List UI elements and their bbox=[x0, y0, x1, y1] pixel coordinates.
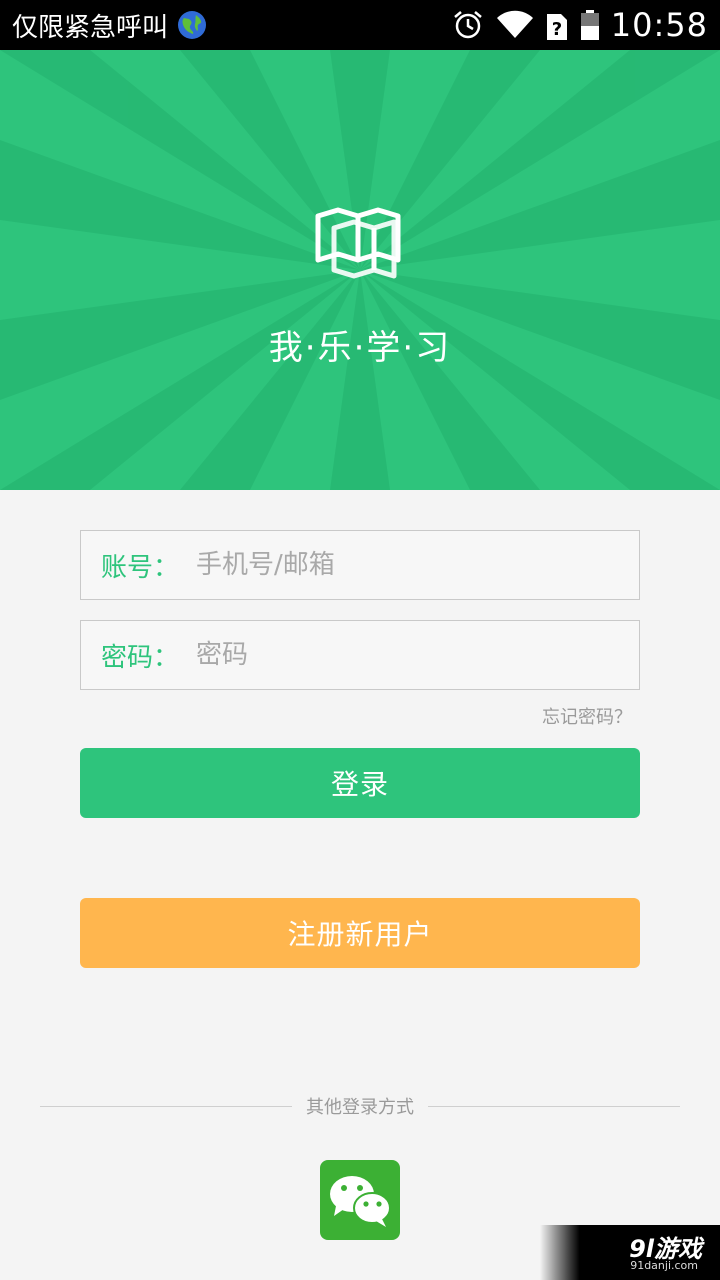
no-sim-icon: ? bbox=[546, 14, 567, 40]
watermark-sub: 91danji.com bbox=[630, 1259, 698, 1272]
globe-icon bbox=[178, 11, 207, 39]
wifi-icon bbox=[496, 10, 533, 38]
password-label: 密码： bbox=[101, 642, 180, 673]
other-login-divider: 其他登录方式 bbox=[40, 1094, 680, 1118]
svg-text:?: ? bbox=[552, 19, 562, 40]
status-time: 10:58 bbox=[610, 6, 708, 44]
account-input[interactable] bbox=[196, 531, 639, 599]
carrier-text: 仅限紧急呼叫 bbox=[12, 12, 169, 43]
divider-line-left bbox=[40, 1105, 292, 1107]
wechat-icon bbox=[330, 1176, 391, 1227]
site-watermark: 9l游戏 91danji.com bbox=[540, 1225, 720, 1280]
account-field[interactable]: 账号： bbox=[80, 530, 640, 600]
book-logo-icon bbox=[315, 207, 401, 279]
password-input[interactable] bbox=[196, 621, 639, 689]
battery-icon bbox=[580, 10, 599, 40]
divider-line-right bbox=[428, 1105, 680, 1107]
register-button[interactable]: 注册新用户 bbox=[80, 898, 640, 968]
status-right: ? 10:58 bbox=[451, 6, 708, 44]
wechat-login-button[interactable] bbox=[320, 1160, 400, 1240]
status-left: 仅限紧急呼叫 bbox=[12, 7, 208, 44]
app-title: 我·乐·学·习 bbox=[268, 328, 452, 368]
app-header: 我·乐·学·习 bbox=[0, 50, 720, 490]
account-label: 账号： bbox=[101, 552, 180, 583]
alarm-icon bbox=[453, 11, 482, 39]
status-bar: 仅限紧急呼叫 ? 10:58 bbox=[0, 0, 720, 50]
login-button[interactable]: 登录 bbox=[80, 748, 640, 818]
password-field[interactable]: 密码： bbox=[80, 620, 640, 690]
forgot-password-link[interactable]: 忘记密码？ bbox=[542, 703, 632, 729]
other-login-label: 其他登录方式 bbox=[306, 1097, 414, 1118]
